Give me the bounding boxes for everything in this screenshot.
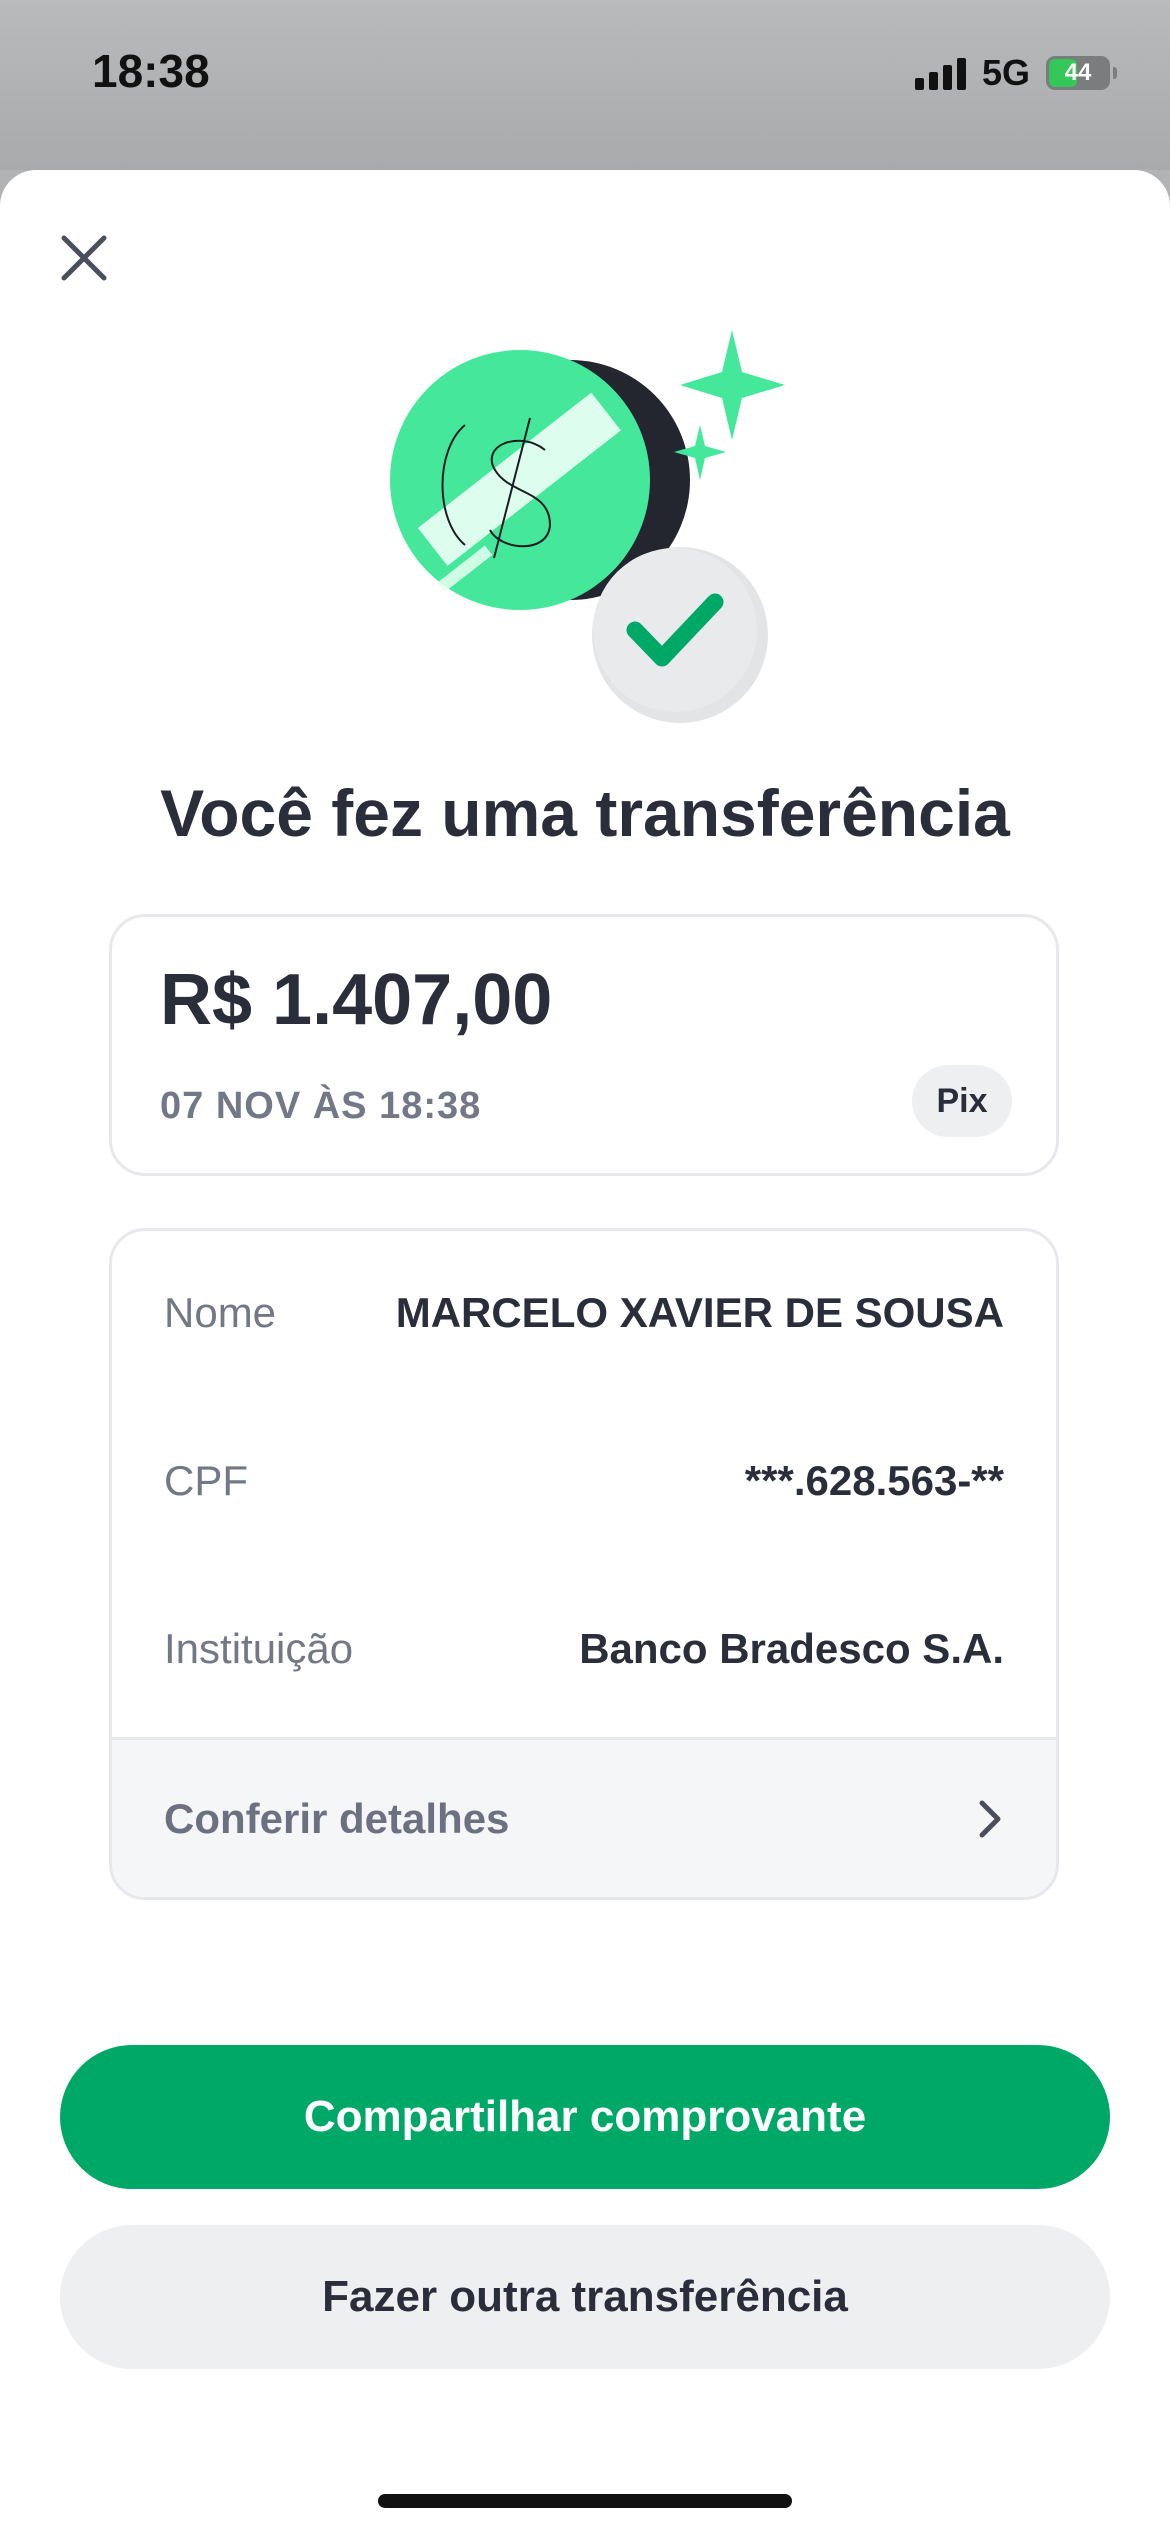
detail-value: Banco Bradesco S.A. (579, 1625, 1004, 1672)
transfer-date: 07 NOV ÀS 18:38 (160, 1085, 482, 1127)
details-card: Nome MARCELO XAVIER DE SOUSA CPF ***.628… (109, 1228, 1059, 1900)
new-transfer-button[interactable]: Fazer outra transferência (60, 2225, 1110, 2369)
home-indicator[interactable] (378, 2494, 792, 2508)
close-button[interactable] (52, 226, 116, 290)
sparkle-icon (680, 330, 785, 440)
battery-icon: 44 (1046, 56, 1117, 90)
money-success-illustration (390, 330, 785, 723)
status-indicators: 5G 44 (914, 52, 1117, 94)
detail-row-name: Nome MARCELO XAVIER DE SOUSA (164, 1283, 1004, 1343)
amount-card: R$ 1.407,00 07 NOV ÀS 18:38 Pix (109, 914, 1059, 1176)
check-details-label: Conferir detalhes (164, 1794, 510, 1842)
status-time: 18:38 (92, 45, 210, 97)
page-title: Você fez uma transferência (160, 776, 1010, 850)
detail-value: ***.628.563-** (744, 1457, 1004, 1504)
receipt-sheet: Você fez uma transferência R$ 1.407,00 0… (0, 170, 1170, 2532)
network-type: 5G (981, 52, 1030, 93)
detail-value: MARCELO XAVIER DE SOUSA (395, 1289, 1004, 1336)
detail-row-institution: Instituição Banco Bradesco S.A. (164, 1619, 1004, 1679)
detail-label: Instituição (164, 1625, 354, 1672)
share-receipt-button[interactable]: Compartilhar comprovante (60, 2045, 1110, 2189)
detail-label: CPF (164, 1457, 248, 1504)
transfer-amount: R$ 1.407,00 (160, 960, 553, 1040)
signal-icon (914, 56, 966, 90)
status-bar: 18:38 5G 44 (0, 0, 1170, 170)
detail-label: Nome (164, 1289, 277, 1336)
check-details-button[interactable]: Conferir detalhes (112, 1737, 1056, 1897)
pix-badge: Pix (912, 1065, 1012, 1137)
battery-level: 44 (1064, 59, 1092, 86)
close-icon (61, 235, 107, 281)
detail-row-cpf: CPF ***.628.563-** (164, 1451, 1004, 1511)
chevron-right-icon (979, 1800, 1001, 1837)
